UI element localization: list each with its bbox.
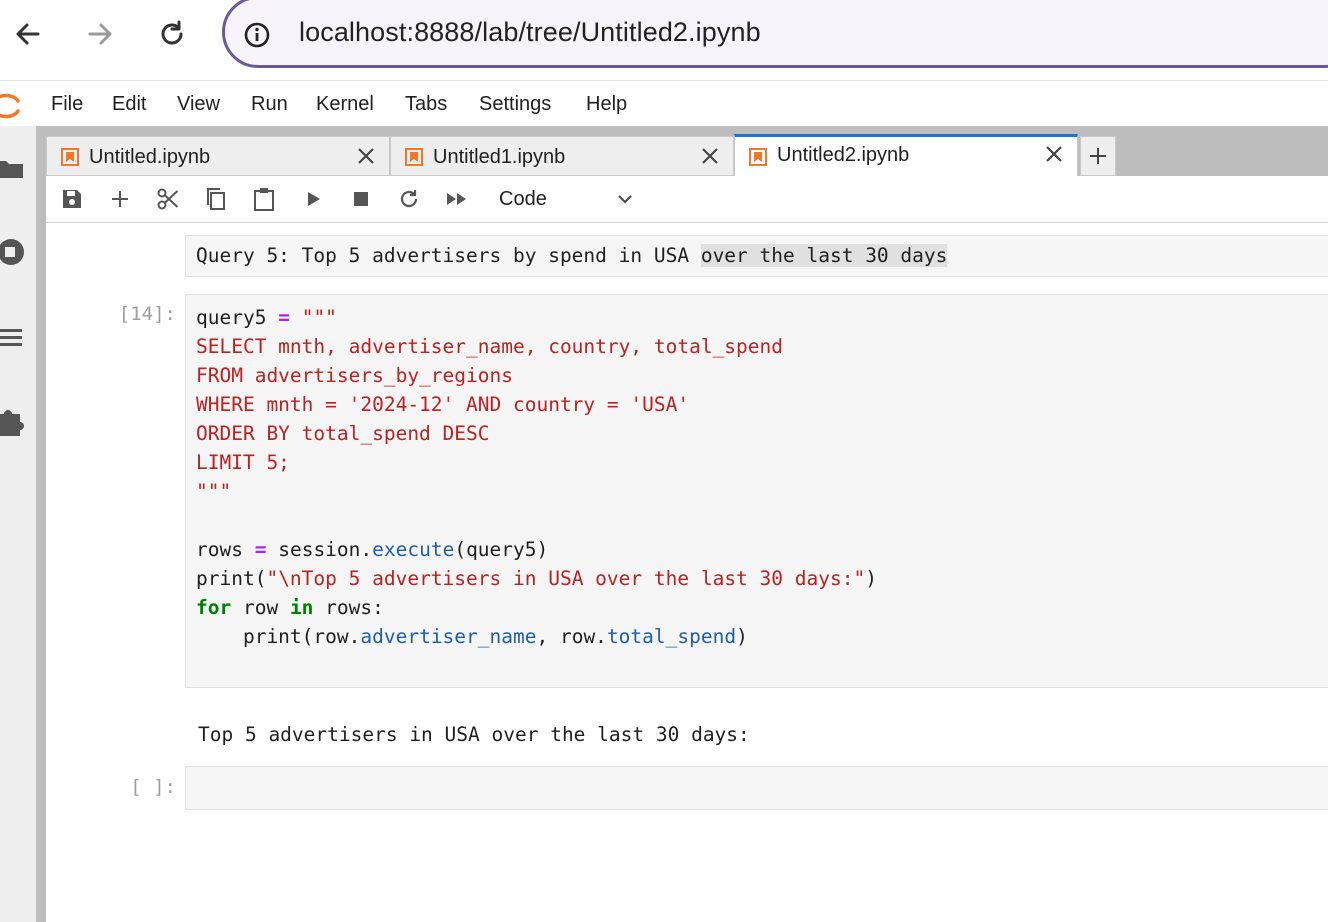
code-token: rows: <box>313 596 384 619</box>
menu-file[interactable]: File <box>51 93 83 116</box>
tab-untitled1[interactable]: Untitled1.ipynb <box>390 136 734 176</box>
code-line: WHERE mnth = '2024-12' AND country = 'US… <box>196 393 690 416</box>
menu-help[interactable]: Help <box>586 93 627 116</box>
code-token: (query5) <box>454 538 549 561</box>
document-tab-bar: Untitled.ipynb Untitled1.ipynb Untitled2… <box>46 126 1328 176</box>
close-icon[interactable] <box>699 145 721 172</box>
menu-kernel[interactable]: Kernel <box>316 93 374 116</box>
add-cell-icon[interactable] <box>107 186 133 212</box>
paste-icon[interactable] <box>251 186 277 212</box>
stop-icon[interactable] <box>348 186 374 212</box>
code-token: in <box>289 596 314 619</box>
notebook-icon <box>61 148 79 171</box>
left-sidebar <box>0 126 36 922</box>
cut-icon[interactable] <box>155 186 181 212</box>
tab-untitled2[interactable]: Untitled2.ipynb <box>734 134 1078 176</box>
menu-bar: File Edit View Run Kernel Tabs Settings … <box>0 82 1328 126</box>
selected-text: over the last 30 days <box>700 244 948 267</box>
chevron-down-icon <box>616 190 634 213</box>
markdown-text: Query 5: Top 5 advertisers by spend in U… <box>196 244 948 267</box>
running-icon[interactable] <box>0 238 28 271</box>
run-icon[interactable] <box>300 186 326 212</box>
code-token: print(row. <box>196 625 361 648</box>
url-text[interactable]: localhost:8888/lab/tree/Untitled2.ipynb <box>299 17 761 48</box>
cell-type-select[interactable]: Code <box>499 182 634 216</box>
extension-icon[interactable] <box>0 406 28 441</box>
empty-code-cell[interactable] <box>185 766 1328 810</box>
code-line: FROM advertisers_by_regions <box>196 364 513 387</box>
cell-output: Top 5 advertisers in USA over the last 3… <box>198 723 750 746</box>
close-icon[interactable] <box>355 145 377 172</box>
close-icon[interactable] <box>1043 143 1065 170</box>
address-bar[interactable]: localhost:8888/lab/tree/Untitled2.ipynb <box>222 0 1328 68</box>
code-token: advertiser_name <box>360 625 537 648</box>
copy-icon[interactable] <box>203 186 229 212</box>
code-line: """ <box>196 480 232 503</box>
notebook-toolbar: Code <box>46 176 1328 223</box>
fast-forward-icon[interactable] <box>444 186 470 212</box>
info-icon[interactable] <box>243 21 271 54</box>
tab-label: Untitled1.ipynb <box>433 146 566 168</box>
restart-icon[interactable] <box>396 186 422 212</box>
code-line: ORDER BY total_spend DESC <box>196 422 490 445</box>
sidebar-splitter[interactable] <box>36 126 46 922</box>
code-token: print( <box>196 567 267 590</box>
browser-toolbar: localhost:8888/lab/tree/Untitled2.ipynb <box>0 0 1328 81</box>
code-line: SELECT mnth, advertiser_name, country, t… <box>196 335 783 358</box>
execution-count: [14]: <box>118 303 176 325</box>
notebook-icon <box>749 148 767 171</box>
code-token: execute <box>372 538 455 561</box>
code-token: rows <box>196 538 243 561</box>
menu-settings[interactable]: Settings <box>479 93 551 116</box>
code-token: ) <box>736 625 748 648</box>
empty-execution-count: [ ]: <box>130 776 176 798</box>
menu-edit[interactable]: Edit <box>112 93 146 116</box>
code-token: """ <box>301 306 337 329</box>
cell-type-value: Code <box>499 188 547 210</box>
code-token: query5 <box>196 306 267 329</box>
save-icon[interactable] <box>59 186 85 212</box>
code-token: = <box>254 538 267 561</box>
code-token: row <box>231 596 290 619</box>
code-text: query5 = """ SELECT mnth, advertiser_nam… <box>196 303 877 651</box>
code-line: LIMIT 5; <box>196 451 290 474</box>
forward-arrow-icon[interactable] <box>82 16 118 52</box>
notebook-icon <box>405 148 423 171</box>
code-token: , row. <box>536 625 607 648</box>
menu-tabs[interactable]: Tabs <box>405 93 447 116</box>
tab-label: Untitled.ipynb <box>89 146 211 168</box>
code-token: "\nTop 5 advertisers in USA over the las… <box>266 567 866 590</box>
code-token: ) <box>865 567 877 590</box>
markdown-plain-text: Query 5: Top 5 advertisers by spend in U… <box>196 244 701 267</box>
folder-icon[interactable] <box>0 156 26 187</box>
code-cell-editor[interactable]: query5 = """ SELECT mnth, advertiser_nam… <box>185 294 1328 688</box>
code-token: session. <box>278 538 373 561</box>
back-arrow-icon[interactable] <box>10 16 46 52</box>
tab-label: Untitled2.ipynb <box>777 144 910 166</box>
new-tab-button[interactable] <box>1080 136 1116 176</box>
table-of-contents-icon[interactable] <box>0 324 26 355</box>
code-token: = <box>278 306 290 329</box>
code-token: total_spend <box>606 625 737 648</box>
code-token: for <box>196 596 232 619</box>
reload-icon[interactable] <box>154 16 190 52</box>
jupyter-logo-icon <box>0 90 22 127</box>
menu-view[interactable]: View <box>177 93 220 116</box>
notebook-panel: Query 5: Top 5 advertisers by spend in U… <box>46 223 1328 922</box>
plus-icon <box>1090 148 1106 164</box>
menu-run[interactable]: Run <box>251 93 288 116</box>
markdown-cell[interactable]: Query 5: Top 5 advertisers by spend in U… <box>185 235 1328 277</box>
tab-untitled[interactable]: Untitled.ipynb <box>46 136 390 176</box>
